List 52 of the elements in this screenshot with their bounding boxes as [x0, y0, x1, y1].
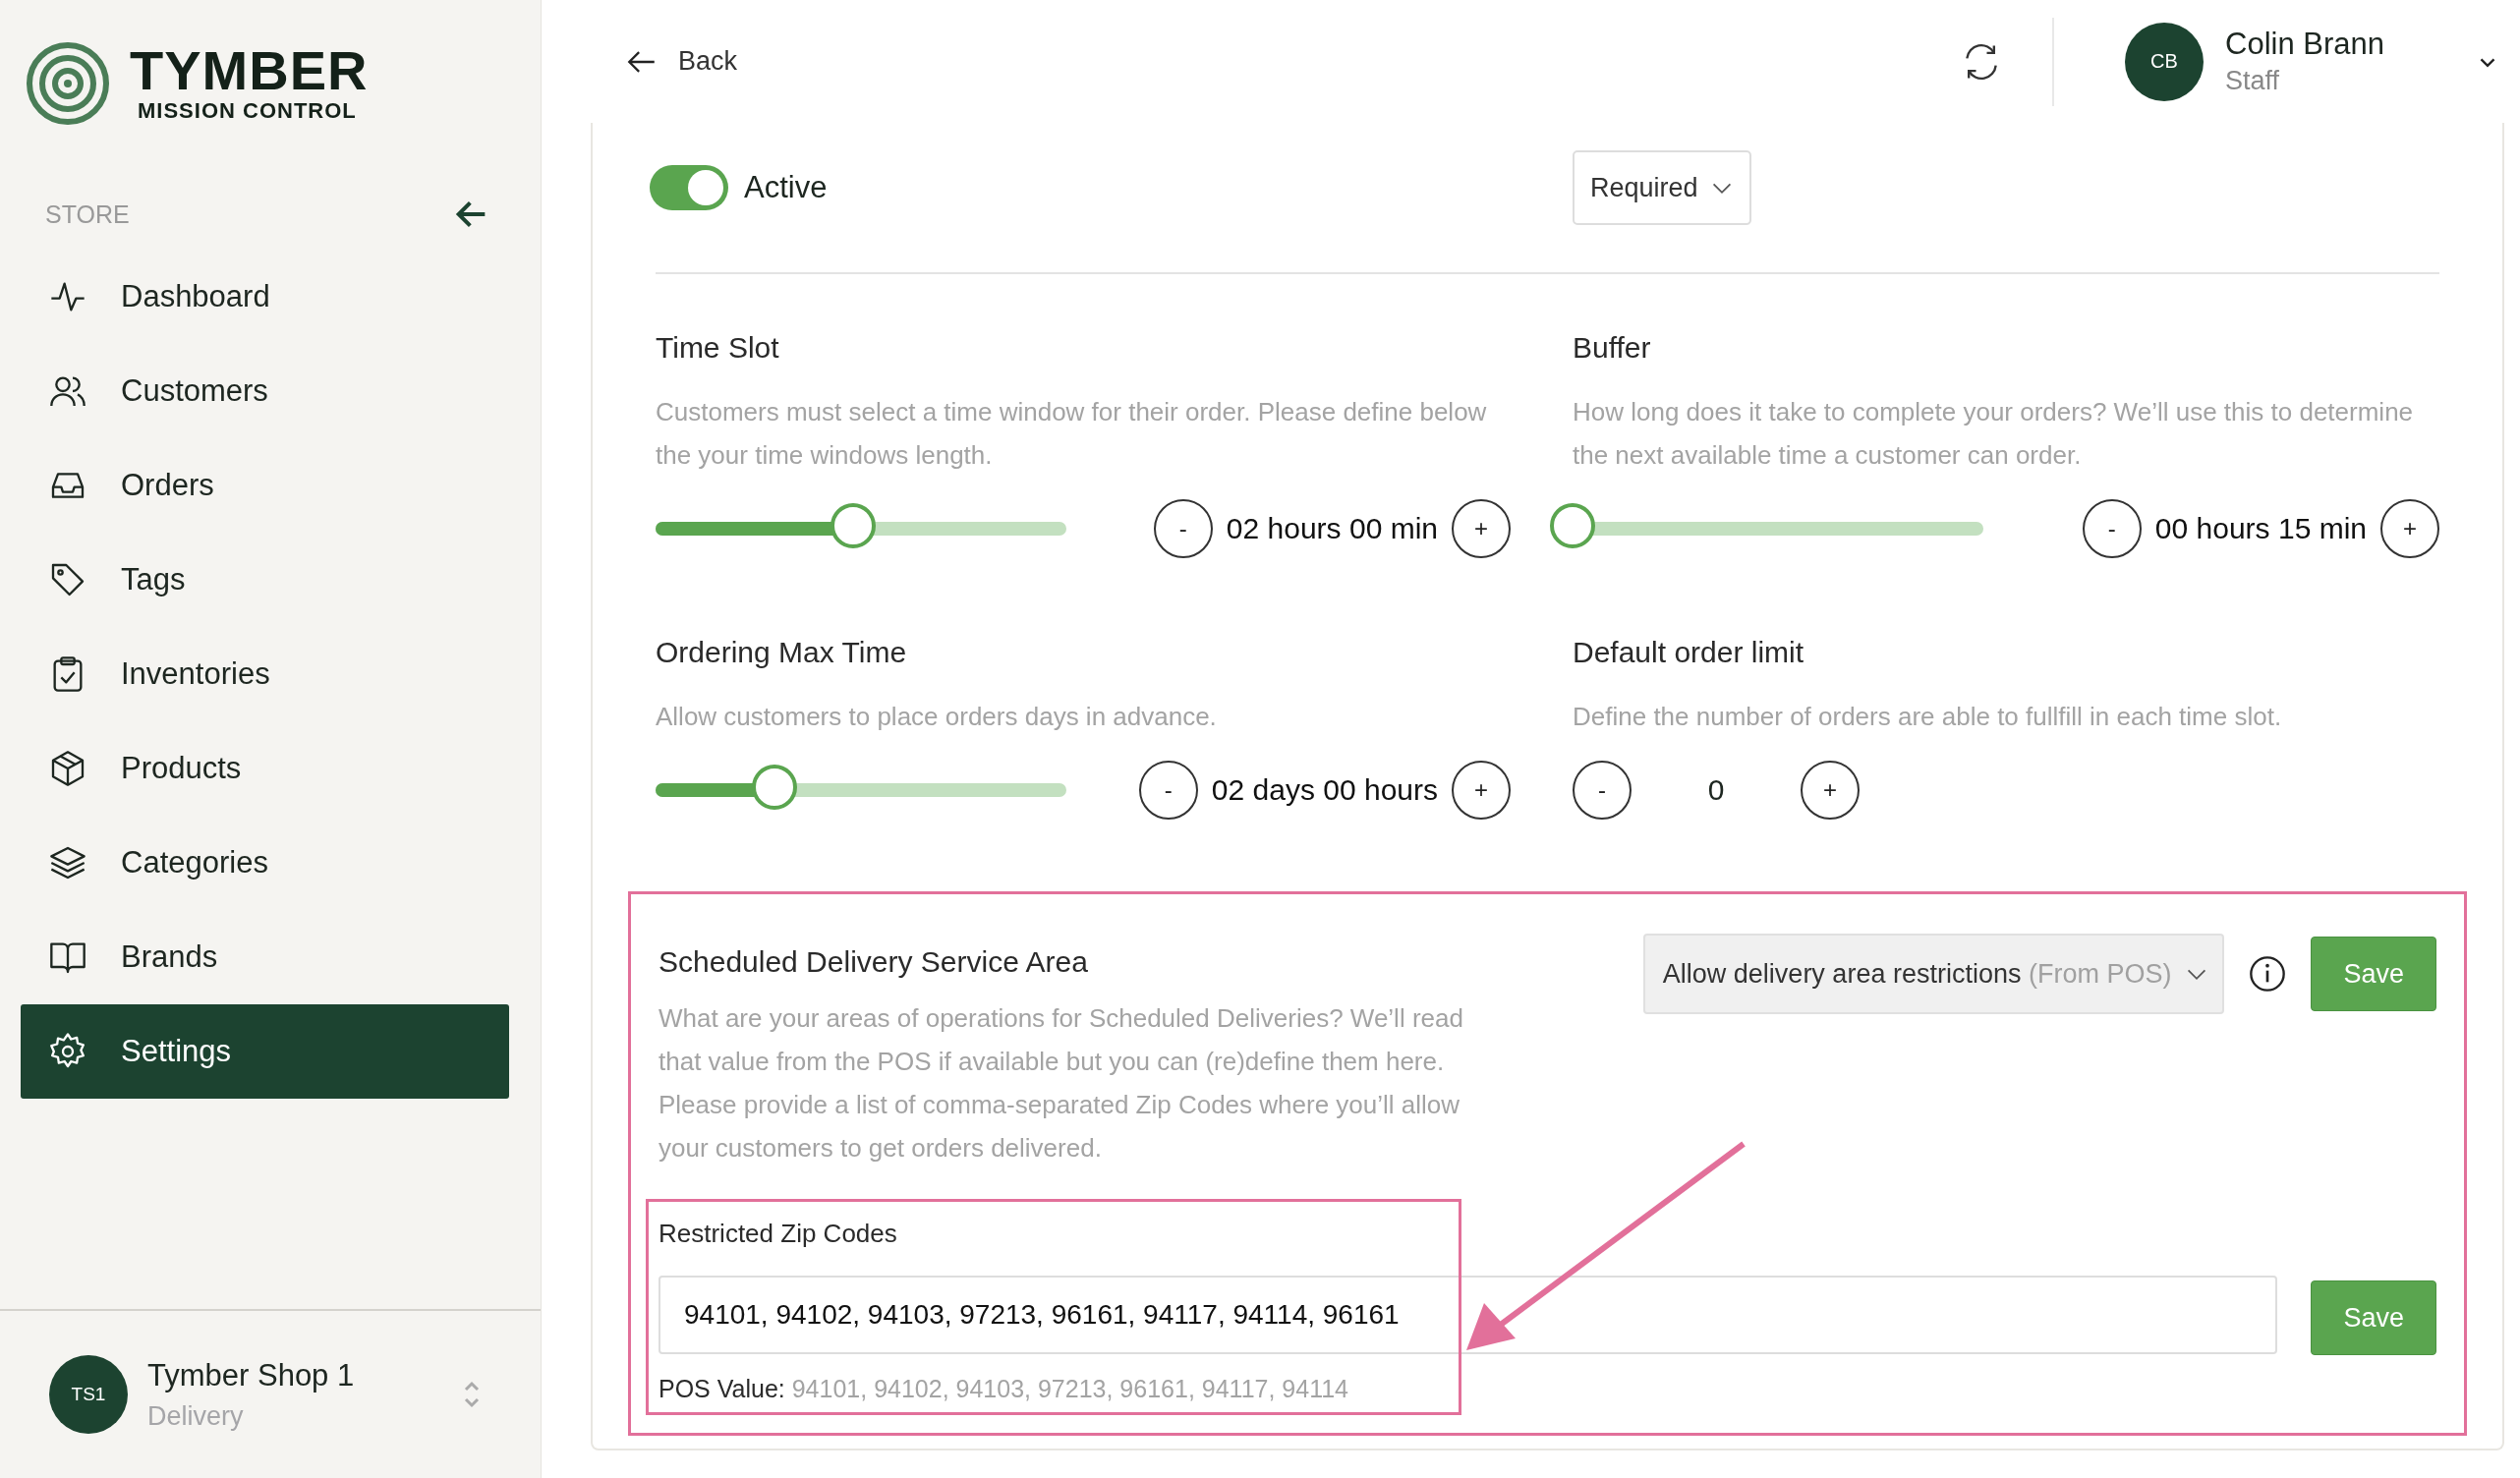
- nav-item[interactable]: Dashboard: [21, 250, 509, 344]
- setting-title: Ordering Max Time: [656, 636, 908, 669]
- increment-button[interactable]: +: [1452, 761, 1511, 820]
- value-reading: 00 hours 15 min: [2154, 512, 2367, 545]
- increment-button[interactable]: +: [1452, 499, 1511, 558]
- zip-codes-field[interactable]: 94101, 94102, 94103, 97213, 96161, 94117, 94114, 96161: [659, 1276, 2278, 1354]
- brand-tagline: MISSION CONTROL: [138, 98, 358, 124]
- toggle-switch[interactable]: [650, 165, 728, 210]
- value-reading: 02 hours 00 min: [1226, 512, 1438, 545]
- nav-item[interactable]: Customers: [21, 344, 509, 438]
- setting-title: Time Slot: [656, 331, 780, 365]
- nav-item[interactable]: Brands: [21, 910, 509, 1004]
- nav-item[interactable]: Tags: [21, 533, 509, 627]
- nav-item[interactable]: Products: [21, 721, 509, 816]
- nav-item[interactable]: Inventories: [21, 627, 509, 721]
- setting-title: Buffer: [1573, 331, 1652, 365]
- setting-description: How long does it take to complete your orders? We’ll use this to determine the next available time a customer can order.: [1573, 396, 2415, 472]
- decrement-button[interactable]: -: [1573, 761, 1632, 820]
- setting-description: Allow customers to place orders days in advance.: [656, 701, 1218, 733]
- brand-name: TYMBER: [130, 43, 369, 98]
- user-name: Colin Brann: [2225, 27, 2384, 62]
- increment-button[interactable]: +: [2380, 499, 2439, 558]
- pos-value-text: POS Value: 94101, 94102, 94103, 97213, 96161, 94117, 94114: [659, 1375, 1348, 1403]
- user-avatar: CB: [2125, 22, 2204, 101]
- decrement-button[interactable]: -: [1138, 761, 1198, 820]
- setting-title: Default order limit: [1573, 636, 1805, 669]
- slider-thumb[interactable]: [1550, 503, 1595, 548]
- back-button[interactable]: Back: [625, 44, 738, 79]
- section-description: What are your areas of operations for Scheduled Deliveries? We’ll read that value from the POS if available but you can (re)define them here. Please provide a list of comma-separated Zip Codes where you’ll allow your customers to get orders delivered.: [659, 1002, 1464, 1165]
- section-label: STORE: [45, 199, 130, 229]
- nav-item[interactable]: Settings: [21, 1004, 509, 1099]
- section-title: Scheduled Delivery Service Area: [659, 945, 1089, 979]
- increment-button[interactable]: +: [1801, 761, 1860, 820]
- value-reading: 02 days 00 hours: [1211, 773, 1438, 807]
- toggle-label: Active: [744, 170, 828, 205]
- requirement-dropdown[interactable]: Required: [1573, 150, 1751, 225]
- store-name: Tymber Shop 1: [147, 1357, 355, 1393]
- setting-description: Customers must select a time window for their order. Please define below the your time windows length.: [656, 396, 1488, 472]
- setting-description: Define the number of orders are able to fullfill in each time slot.: [1573, 701, 2283, 733]
- decrement-button[interactable]: -: [2082, 499, 2142, 558]
- user-role: Staff: [2225, 66, 2281, 96]
- store-avatar: TS1: [49, 1355, 128, 1434]
- info-icon[interactable]: [2248, 954, 2288, 994]
- value-reading: 0: [1706, 773, 1726, 807]
- restriction-dropdown[interactable]: Allow delivery area restrictions (From POS): [1642, 934, 2225, 1014]
- rings-logo-icon: [26, 41, 110, 126]
- field-label: Restricted Zip Codes: [659, 1219, 897, 1249]
- decrement-button[interactable]: -: [1153, 499, 1213, 558]
- nav-item[interactable]: Categories: [21, 816, 509, 910]
- nav-item[interactable]: Orders: [21, 438, 509, 533]
- store-mode: Delivery: [147, 1400, 245, 1432]
- slider-thumb[interactable]: [830, 503, 876, 548]
